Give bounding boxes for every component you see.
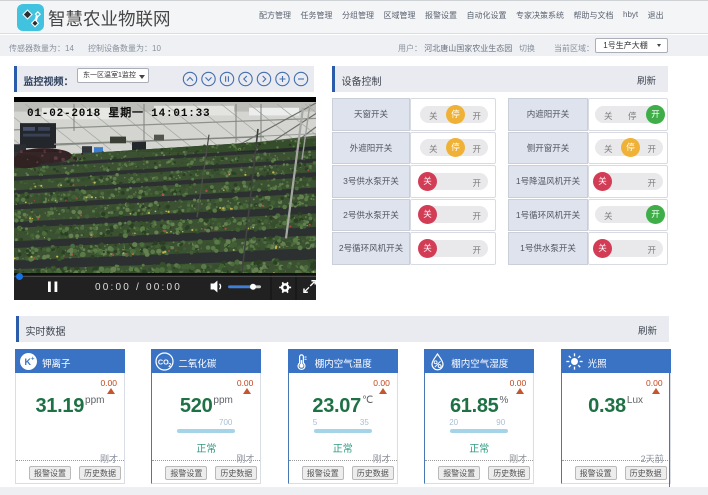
svg-text:2: 2	[169, 363, 172, 369]
svg-text:+: +	[31, 356, 35, 362]
